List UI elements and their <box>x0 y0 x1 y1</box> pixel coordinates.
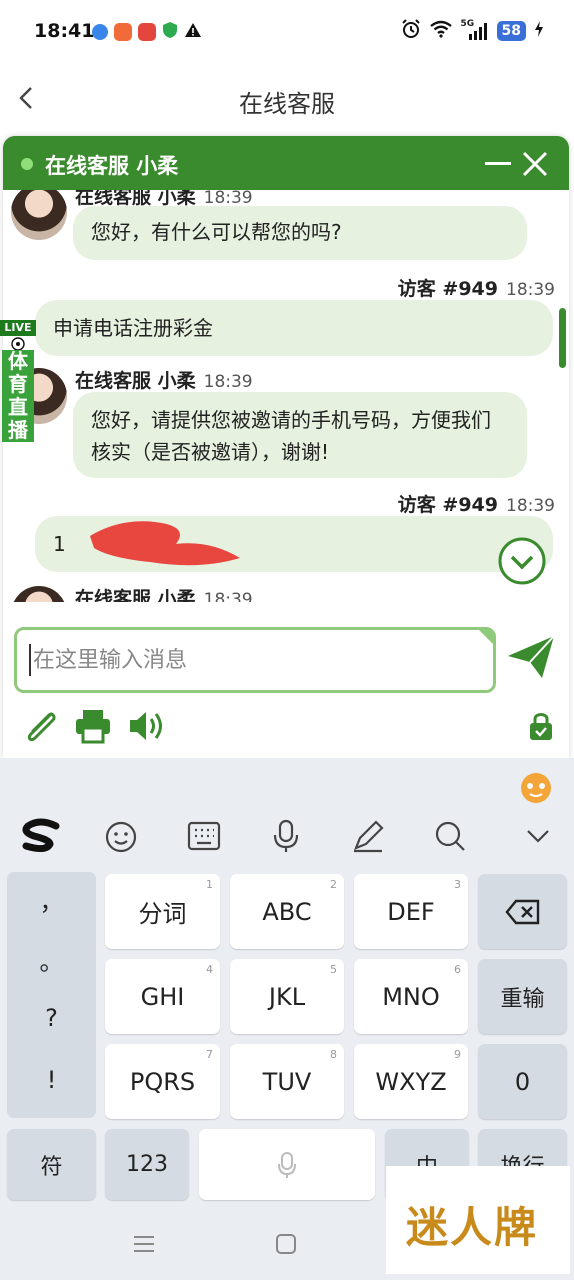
system-icons: 5G 58 <box>401 19 544 43</box>
punctuation-key[interactable]: ， <box>7 882 96 917</box>
watermark-logo: 迷人牌 <box>386 1166 570 1274</box>
sound-toggle-button[interactable] <box>127 708 167 744</box>
battery-indicator: 58 <box>496 21 526 41</box>
agent-message-bubble: 您好，请提供您被邀请的手机号码，方便我们核实（是否被邀请），谢谢! <box>73 392 527 478</box>
punctuation-key[interactable]: 。 <box>7 942 96 977</box>
space-key[interactable] <box>199 1129 375 1200</box>
minimize-button[interactable] <box>485 162 511 165</box>
printer-icon <box>76 710 110 744</box>
title-bar: 在线客服 <box>0 62 574 136</box>
message-time: 18:39 <box>203 590 253 602</box>
shield-icon <box>162 21 178 43</box>
chat-header: 在线客服 小柔 <box>3 136 569 190</box>
app-notification-icon <box>114 23 132 41</box>
agent-avatar <box>11 190 67 240</box>
message-time: 18:39 <box>203 372 253 392</box>
send-button[interactable] <box>506 634 556 680</box>
sogou-logo-icon[interactable] <box>20 818 62 854</box>
key-jkl[interactable]: JKL 5 <box>230 959 344 1034</box>
attach-button[interactable] <box>21 708 61 744</box>
close-icon <box>522 151 548 177</box>
page-title: 在线客服 <box>239 90 335 118</box>
message-sender: 访客 #949 18:39 <box>397 278 555 300</box>
message-sender: 访客 #949 18:39 <box>397 494 555 516</box>
video-app-icon <box>138 23 156 41</box>
paperclip-icon <box>27 712 56 742</box>
status-bar: 18:41 5G 58 <box>0 0 574 62</box>
chat-header-title: 在线客服 小柔 <box>45 154 179 178</box>
chat-widget: 在线客服 小柔 在线客服 小柔 18:39 您好，有什么可以帮您的吗? 访客 #9… <box>3 136 569 758</box>
keyboard-layout-icon[interactable] <box>186 818 222 854</box>
status-time: 18:41 <box>34 20 95 42</box>
message-time: 18:39 <box>506 496 555 516</box>
resize-corner-icon <box>479 630 493 644</box>
collapse-keyboard-icon[interactable] <box>520 818 556 854</box>
key-def[interactable]: DEF 3 <box>354 874 468 949</box>
message-sender: 在线客服 小柔 18:39 <box>75 370 253 392</box>
secure-connection-indicator <box>527 710 557 746</box>
microphone-icon[interactable] <box>268 818 304 854</box>
reenter-key[interactable]: 重输 <box>478 959 567 1034</box>
alarm-icon <box>401 19 421 43</box>
emoji-icon[interactable] <box>104 818 140 854</box>
microphone-icon <box>278 1151 296 1178</box>
scroll-to-bottom-button[interactable] <box>497 536 547 586</box>
charging-icon <box>534 21 544 41</box>
numbers-key[interactable]: 123 <box>105 1129 189 1200</box>
live-sports-text: 体育直播 <box>2 350 34 442</box>
backspace-icon <box>504 899 539 924</box>
network-label: 5G <box>460 19 475 29</box>
agent-avatar <box>11 586 67 602</box>
cell-signal-icon: 5G <box>460 19 489 41</box>
message-sender: 在线客服 小柔 18:39 <box>75 584 253 602</box>
key-mno[interactable]: MNO 6 <box>354 959 468 1034</box>
zero-key[interactable]: 0 <box>478 1044 567 1119</box>
speaker-icon <box>130 712 162 740</box>
redaction-mark <box>80 514 250 574</box>
key-wxyz[interactable]: WXYZ 9 <box>354 1044 468 1119</box>
online-status-icon <box>21 158 33 170</box>
message-input[interactable] <box>29 644 469 676</box>
close-button[interactable] <box>521 150 549 178</box>
punctuation-key[interactable]: ? <box>7 1004 96 1032</box>
home-icon[interactable] <box>274 1232 298 1260</box>
recent-apps-icon[interactable] <box>132 1232 156 1260</box>
app-notification-icon <box>92 24 108 40</box>
notification-icons <box>92 21 202 43</box>
chevron-down-circle-icon <box>498 537 546 585</box>
message-composer <box>14 627 496 693</box>
backspace-key[interactable] <box>478 874 567 949</box>
send-icon <box>508 635 555 678</box>
lock-icon <box>530 713 552 740</box>
key-abc[interactable]: ABC 2 <box>230 874 344 949</box>
warning-icon <box>184 22 202 42</box>
key-tuv[interactable]: TUV 8 <box>230 1044 344 1119</box>
key-fenci[interactable]: 分词 1 <box>105 874 220 949</box>
search-icon[interactable] <box>432 818 468 854</box>
wifi-icon <box>429 20 453 42</box>
agent-message-bubble: 您好，有什么可以帮您的吗? <box>73 206 527 260</box>
key-ghi[interactable]: GHI 4 <box>105 959 220 1034</box>
watermark-text: 迷人牌 <box>406 1203 539 1252</box>
live-label: LIVE <box>0 320 36 336</box>
punctuation-key[interactable]: ! <box>7 1066 96 1094</box>
visitor-message-bubble: 申请电话注册彩金 <box>35 300 553 356</box>
scrollbar-thumb[interactable] <box>559 308 566 368</box>
keyboard-mascot-icon <box>518 770 554 808</box>
live-sports-badge[interactable]: LIVE 体育直播 <box>0 320 36 446</box>
key-pqrs[interactable]: PQRS 7 <box>105 1044 220 1119</box>
punctuation-column: ， 。 ? ! <box>7 872 96 1118</box>
message-time: 18:39 <box>506 280 555 300</box>
symbols-key[interactable]: 符 <box>7 1129 96 1200</box>
handwriting-icon[interactable] <box>350 818 386 854</box>
print-button[interactable] <box>73 708 113 744</box>
